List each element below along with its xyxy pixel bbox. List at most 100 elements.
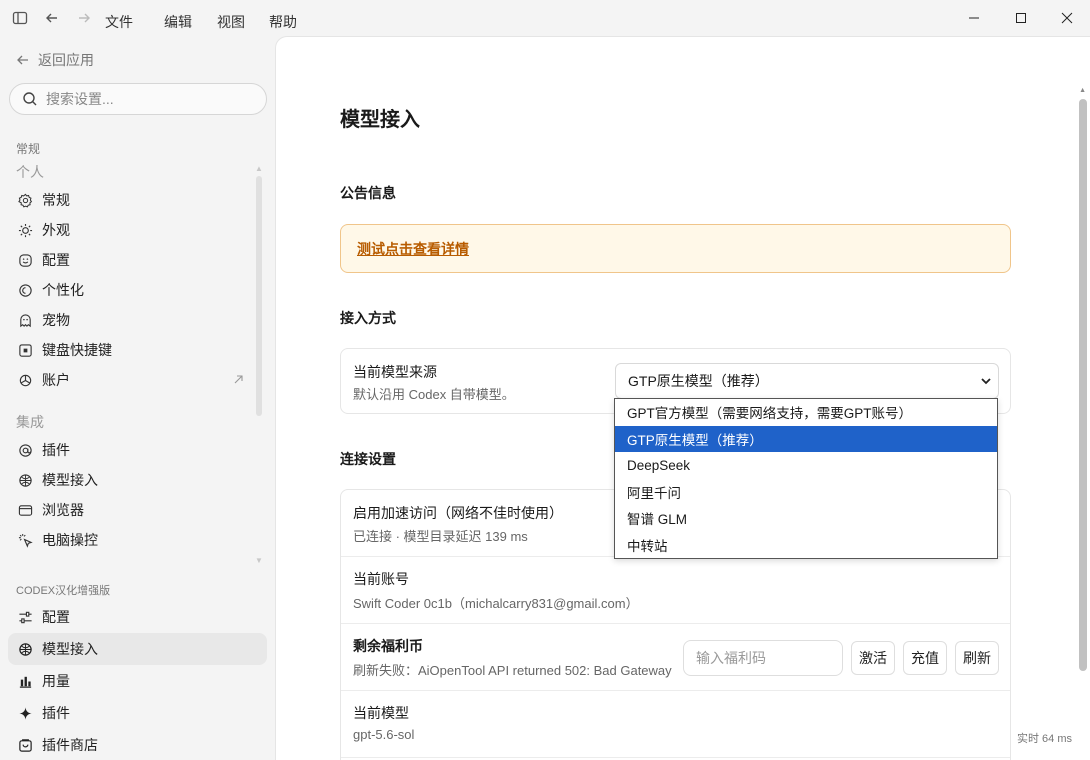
model-source-dropdown[interactable]: GPT官方模型（需要网络支持，需要GPT账号） GTP原生模型（推荐） Deep… xyxy=(614,398,998,559)
main-scroll-up-icon[interactable]: ▲ xyxy=(1079,87,1086,94)
sidebar-item-general[interactable]: 常规 xyxy=(8,185,254,215)
external-link-icon xyxy=(233,373,244,388)
section-title-access: 接入方式 xyxy=(340,310,396,326)
globe-icon xyxy=(16,471,34,489)
group-label-codex: CODEX汉化增强版 xyxy=(16,585,111,597)
sidebar-item-browser[interactable]: 浏览器 xyxy=(8,495,254,525)
sidebar-item-personalize[interactable]: 个性化 xyxy=(8,275,254,305)
select-value: GTP原生模型（推荐） xyxy=(628,373,769,389)
maximize-icon[interactable] xyxy=(998,0,1044,36)
sub-label-personal: 个人 xyxy=(16,164,44,180)
pet-icon xyxy=(16,311,34,329)
settings-sidebar: 返回应用 常规 个人 ▲ ▼ 常规 外观 配置 个性化 宠物 键盘快捷键 账户 … xyxy=(0,36,274,760)
sidebar-item-appearance[interactable]: 外观 xyxy=(8,215,254,245)
menu-help[interactable]: 帮助 xyxy=(263,8,303,36)
sun-icon xyxy=(16,221,34,239)
model-source-select[interactable]: GTP原生模型（推荐） xyxy=(615,363,999,399)
sidebar-scrollbar[interactable] xyxy=(256,176,262,416)
smile-config-icon xyxy=(16,251,34,269)
recharge-button[interactable]: 充值 xyxy=(903,641,947,675)
sidebar-item-computer-control[interactable]: 电脑操控 xyxy=(8,525,254,555)
back-arrow-icon[interactable] xyxy=(38,4,66,32)
cursor-click-icon xyxy=(16,531,34,549)
sidebar-item-pet[interactable]: 宠物 xyxy=(8,305,254,335)
sidebar-item-account[interactable]: 账户 xyxy=(8,365,254,395)
latency-indicator: 实时 64 ms xyxy=(1016,733,1072,745)
close-icon[interactable] xyxy=(1044,0,1090,36)
coins-row: 剩余福利币 刷新失败：AiOpenTool API returned 502: … xyxy=(341,624,1010,690)
sidebar-item-label: 插件商店 xyxy=(42,737,98,753)
accel-status: 已连接 · 模型目录延迟 139 ms xyxy=(353,529,528,544)
sidebar-item-usage[interactable]: 用量 xyxy=(8,666,254,696)
globe-icon xyxy=(16,640,34,658)
dropdown-option[interactable]: 阿里千问 xyxy=(615,479,997,506)
dropdown-option[interactable]: 智谱 GLM xyxy=(615,505,997,532)
palette-icon xyxy=(16,281,34,299)
model-value: gpt-5.6-sol xyxy=(353,727,415,742)
sidebar-toggle-icon[interactable] xyxy=(6,4,34,32)
gear-icon xyxy=(16,191,34,209)
notice-banner: 测试点击查看详情 xyxy=(340,224,1011,273)
sidebar-item-label: 模型接入 xyxy=(42,472,98,488)
chevron-down-icon xyxy=(980,374,992,390)
dropdown-option[interactable]: DeepSeek xyxy=(615,452,997,479)
section-title-connection: 连接设置 xyxy=(340,451,396,467)
search-box[interactable] xyxy=(9,83,267,115)
forward-arrow-icon[interactable] xyxy=(70,4,98,32)
at-plugin-icon xyxy=(16,441,34,459)
sidebar-item-label: 用量 xyxy=(42,673,70,689)
search-input[interactable] xyxy=(46,91,246,107)
sidebar-item-plugin-store[interactable]: 插件商店 xyxy=(8,730,254,760)
dropdown-option-selected[interactable]: GTP原生模型（推荐） xyxy=(615,425,997,452)
menu-edit[interactable]: 编辑 xyxy=(158,8,198,36)
account-label: 当前账号 xyxy=(353,571,409,587)
minimize-icon[interactable] xyxy=(951,0,997,36)
sidebar-item-plugins[interactable]: 插件 xyxy=(8,435,254,465)
source-description: 默认沿用 Codex 自带模型。 xyxy=(353,387,515,402)
keyboard-icon xyxy=(16,341,34,359)
coins-error: 刷新失败：AiOpenTool API returned 502: Bad Ga… xyxy=(353,663,672,678)
sidebar-item-label: 浏览器 xyxy=(42,502,84,518)
menu-view[interactable]: 视图 xyxy=(211,8,251,36)
sidebar-item-label: 模型接入 xyxy=(42,641,98,657)
sidebar-item-codex-model-access[interactable]: 模型接入 xyxy=(8,633,267,665)
main-scrollbar[interactable] xyxy=(1079,99,1087,671)
model-row: 当前模型 gpt-5.6-sol xyxy=(341,691,1010,757)
row-divider xyxy=(341,757,1010,758)
source-label: 当前模型来源 xyxy=(353,364,437,380)
openai-logo-icon xyxy=(16,371,34,389)
sidebar-item-codex-plugins[interactable]: 插件 xyxy=(8,698,254,728)
sidebar-item-label: 外观 xyxy=(42,222,70,238)
scroll-up-arrow-icon[interactable]: ▲ xyxy=(255,164,263,173)
sidebar-item-label: 个性化 xyxy=(42,282,84,298)
group-label-general: 常规 xyxy=(16,142,41,156)
browser-icon xyxy=(16,501,34,519)
bonus-code-input[interactable] xyxy=(683,640,843,676)
dropdown-option[interactable]: GPT官方模型（需要网络支持，需要GPT账号） xyxy=(615,399,997,426)
title-bar: 文件 编辑 视图 帮助 xyxy=(0,0,1090,36)
store-icon xyxy=(16,736,34,754)
sidebar-item-shortcuts[interactable]: 键盘快捷键 xyxy=(8,335,254,365)
scroll-down-arrow-icon[interactable]: ▼ xyxy=(255,556,263,565)
search-icon xyxy=(23,92,37,106)
sidebar-item-config[interactable]: 配置 xyxy=(8,245,254,275)
sidebar-item-model-access[interactable]: 模型接入 xyxy=(8,465,254,495)
group-label-integration: 集成 xyxy=(16,414,44,430)
refresh-button[interactable]: 刷新 xyxy=(955,641,999,675)
model-label: 当前模型 xyxy=(353,705,409,721)
sidebar-item-label: 常规 xyxy=(42,192,70,208)
menu-file[interactable]: 文件 xyxy=(99,8,139,36)
dropdown-option[interactable]: 中转站 xyxy=(615,532,997,559)
activate-button[interactable]: 激活 xyxy=(851,641,895,675)
account-value: Swift Coder 0c1b（michalcarry831@gmail.co… xyxy=(353,596,639,611)
sidebar-item-label: 配置 xyxy=(42,609,70,625)
section-title-notice: 公告信息 xyxy=(340,185,396,201)
coins-label: 剩余福利币 xyxy=(353,638,423,654)
account-row: 当前账号 Swift Coder 0c1b（michalcarry831@gma… xyxy=(341,557,1010,623)
notice-detail-link[interactable]: 测试点击查看详情 xyxy=(357,239,469,259)
arrow-left-icon xyxy=(17,55,28,65)
sidebar-item-codex-config[interactable]: 配置 xyxy=(8,602,254,632)
sidebar-item-label: 宠物 xyxy=(42,312,70,328)
back-to-app-link[interactable]: 返回应用 xyxy=(16,50,94,70)
bar-chart-icon xyxy=(16,672,34,690)
